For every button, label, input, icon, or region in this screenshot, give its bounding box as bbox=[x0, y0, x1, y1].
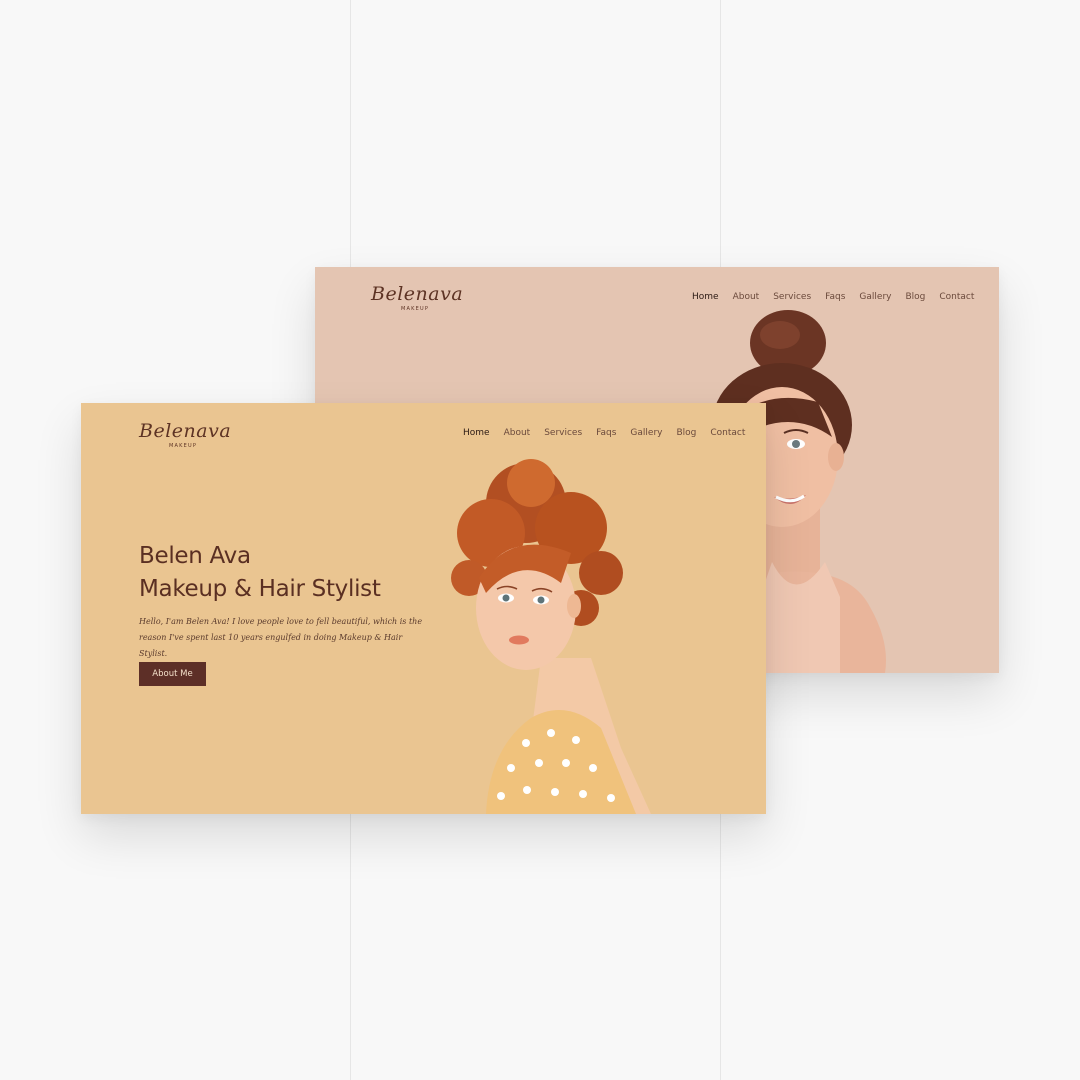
back-nav-faqs[interactable]: Faqs bbox=[825, 292, 845, 302]
front-hero-photo bbox=[451, 459, 651, 814]
front-nav-about[interactable]: About bbox=[504, 428, 531, 438]
hero-intro-text: Hello, I'am Belen Ava! I love people lov… bbox=[139, 617, 423, 658]
back-nav-home[interactable]: Home bbox=[692, 292, 719, 302]
back-nav: Home About Services Faqs Gallery Blog Co… bbox=[692, 292, 974, 302]
hero-title: Belen Ava Makeup & Hair Stylist bbox=[139, 540, 381, 606]
back-logo-script: Belenava bbox=[371, 283, 464, 305]
front-nav-contact[interactable]: Contact bbox=[710, 428, 745, 438]
front-nav-faqs[interactable]: Faqs bbox=[596, 428, 616, 438]
about-me-button[interactable]: About Me bbox=[139, 662, 206, 686]
hero-title-line2: Makeup & Hair Stylist bbox=[139, 576, 381, 602]
front-nav-gallery[interactable]: Gallery bbox=[630, 428, 662, 438]
front-logo[interactable]: Belenava MAKEUP bbox=[139, 420, 232, 450]
front-logo-sub: MAKEUP bbox=[169, 443, 198, 449]
front-nav: Home About Services Faqs Gallery Blog Co… bbox=[463, 428, 745, 438]
front-nav-services[interactable]: Services bbox=[544, 428, 582, 438]
back-nav-gallery[interactable]: Gallery bbox=[859, 292, 891, 302]
back-nav-about[interactable]: About bbox=[733, 292, 760, 302]
back-logo-sub: MAKEUP bbox=[401, 306, 430, 312]
hero-title-line1: Belen Ava bbox=[139, 543, 251, 569]
front-nav-blog[interactable]: Blog bbox=[676, 428, 696, 438]
back-logo[interactable]: Belenava MAKEUP bbox=[371, 283, 464, 313]
front-logo-script: Belenava bbox=[139, 420, 232, 442]
back-nav-blog[interactable]: Blog bbox=[905, 292, 925, 302]
back-nav-contact[interactable]: Contact bbox=[939, 292, 974, 302]
back-nav-services[interactable]: Services bbox=[773, 292, 811, 302]
front-nav-home[interactable]: Home bbox=[463, 428, 490, 438]
front-website-preview: Belenava MAKEUP Home About Services Faqs… bbox=[81, 403, 766, 814]
